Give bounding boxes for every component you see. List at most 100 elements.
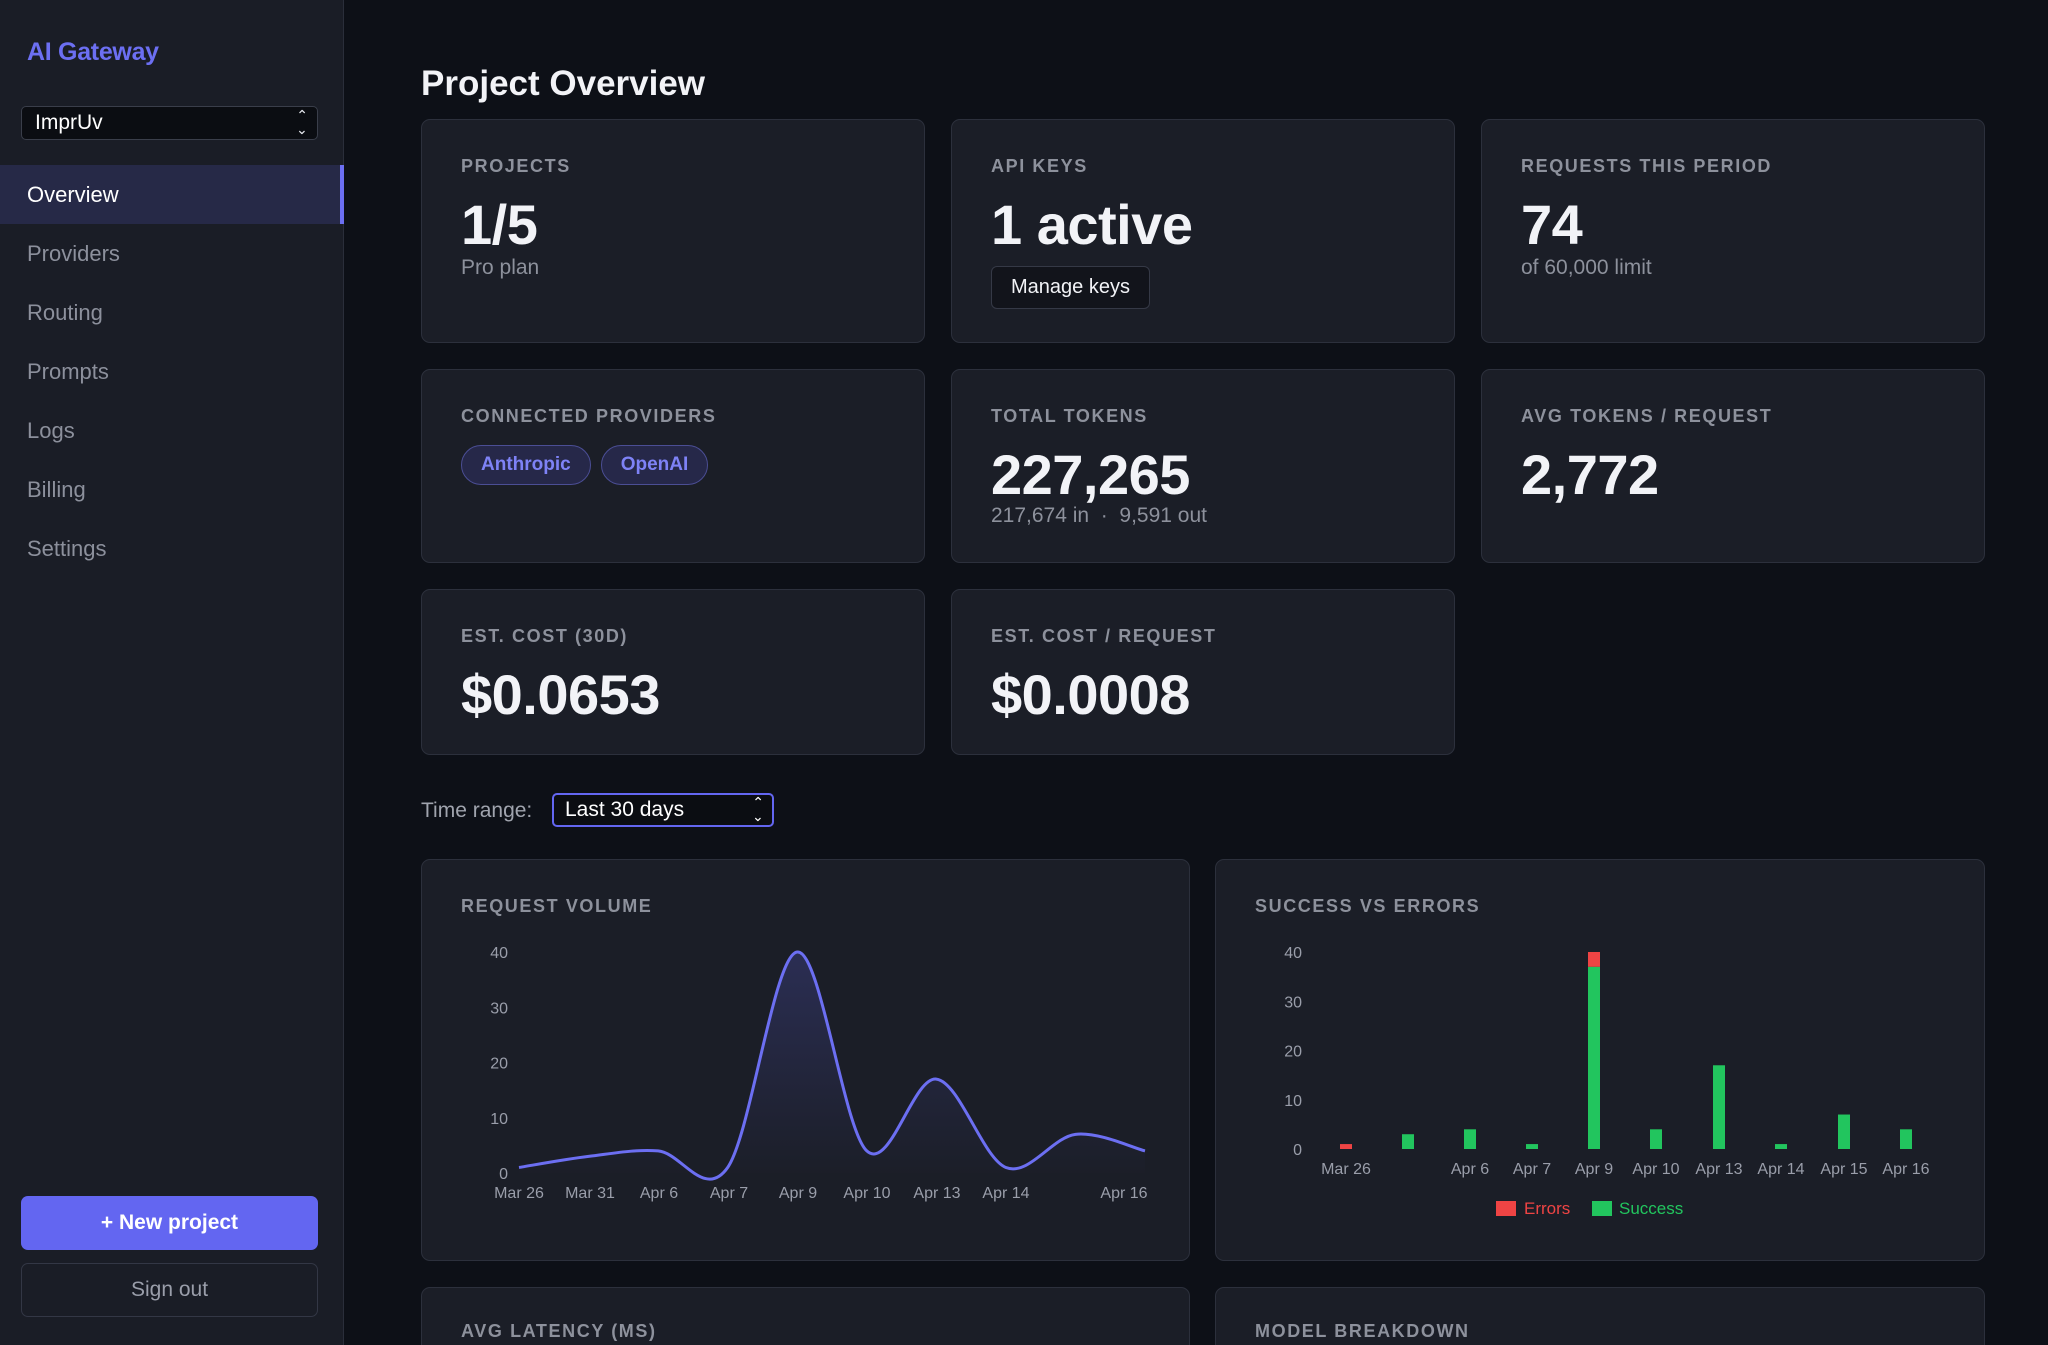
x-tick-label: Apr 9 <box>1575 1161 1613 1178</box>
card-sub: Pro plan <box>461 256 540 279</box>
bar-error <box>1340 1144 1352 1149</box>
legend-success-label: Success <box>1619 1199 1683 1218</box>
projects-card: PROJECTS 1/5 Pro plan <box>421 119 925 343</box>
card-value: $0.0008 <box>991 663 1190 726</box>
bar-success <box>1713 1065 1725 1149</box>
page-title: Project Overview <box>421 64 706 103</box>
card-label: EST. COST (30D) <box>461 626 629 646</box>
card-label: TOTAL TOKENS <box>991 406 1148 426</box>
bar-success <box>1464 1129 1476 1149</box>
x-tick-label: Apr 7 <box>1513 1161 1551 1178</box>
y-tick-label: 20 <box>1284 1044 1302 1061</box>
time-range-select[interactable]: Last 30 days ⌃ ⌃ <box>552 793 774 827</box>
sidebar-item-overview[interactable]: Overview <box>0 165 344 224</box>
series-area <box>519 951 1145 1180</box>
x-tick-label: Mar 26 <box>494 1185 544 1202</box>
y-tick-label: 40 <box>1284 945 1302 962</box>
x-tick-label: Apr 6 <box>640 1185 678 1202</box>
provider-pills: Anthropic OpenAI <box>461 445 718 485</box>
bar-success <box>1900 1129 1912 1149</box>
provider-pill-anthropic[interactable]: Anthropic <box>461 445 591 485</box>
x-tick-label: Apr 10 <box>843 1185 890 1202</box>
legend-errors-label: Errors <box>1524 1199 1570 1218</box>
project-select[interactable]: ImprUv ⌃ ⌃ <box>21 106 318 140</box>
card-value: 227,265 <box>991 443 1190 506</box>
x-tick-label: Apr 16 <box>1100 1185 1147 1202</box>
providers-card: CONNECTED PROVIDERS Anthropic OpenAI <box>421 369 925 563</box>
x-tick-label: Apr 15 <box>1820 1161 1867 1178</box>
bar-success <box>1838 1114 1850 1149</box>
x-tick-label: Mar 26 <box>1321 1161 1371 1178</box>
x-tick-label: Apr 6 <box>1451 1161 1489 1178</box>
bar-success <box>1775 1144 1787 1149</box>
sign-out-button[interactable]: Sign out <box>21 1263 318 1317</box>
x-tick-label: Apr 9 <box>779 1185 817 1202</box>
y-tick-label: 20 <box>490 1056 508 1073</box>
bar-success <box>1650 1129 1662 1149</box>
request-volume-chart: 0 10 20 30 40 Mar 26 Mar 31 Apr 6 Apr 7 Apr 9 Apr … <box>490 945 1147 1202</box>
total-tokens-card: TOTAL TOKENS 227,265 217,674 in · 9,591 … <box>951 369 1455 563</box>
legend-success-swatch <box>1592 1201 1612 1216</box>
x-tick-label: Apr 16 <box>1882 1161 1929 1178</box>
legend-errors-swatch <box>1496 1201 1516 1216</box>
card-label: CONNECTED PROVIDERS <box>461 406 717 426</box>
card-value: 1 active <box>991 193 1193 256</box>
y-tick-label: 30 <box>1284 994 1302 1011</box>
bar-success <box>1588 966 1600 1149</box>
new-project-button[interactable]: + New project <box>21 1196 318 1250</box>
card-value: 1/5 <box>461 193 538 256</box>
sidebar-item-billing[interactable]: Billing <box>0 460 344 519</box>
bar-error <box>1588 952 1600 967</box>
requests-card: REQUESTS THIS PERIOD 74 of 60,000 limit <box>1481 119 1985 343</box>
y-tick-label: 10 <box>1284 1093 1302 1110</box>
x-tick-label: Apr 14 <box>982 1185 1029 1202</box>
card-sub: 217,674 in · 9,591 out <box>991 504 1207 527</box>
success-errors-chart: 0 10 20 30 40 Mar 26 Apr 6 Apr 7 Apr 9 Apr 10 Apr … <box>1284 945 1929 1218</box>
card-label: REQUESTS THIS PERIOD <box>1521 156 1773 176</box>
brand-logo[interactable]: AI Gateway <box>27 38 159 67</box>
x-tick-label: Mar 31 <box>565 1185 615 1202</box>
x-tick-label: Apr 13 <box>913 1185 960 1202</box>
card-label: MODEL BREAKDOWN <box>1255 1321 1470 1341</box>
bar-success <box>1526 1144 1538 1149</box>
card-sub: of 60,000 limit <box>1521 256 1652 279</box>
sidebar-item-settings[interactable]: Settings <box>0 519 344 578</box>
card-value: 74 <box>1521 193 1583 256</box>
api-keys-card: API KEYS 1 active Manage keys <box>951 119 1455 343</box>
x-tick-label: Apr 10 <box>1632 1161 1679 1178</box>
y-tick-label: 30 <box>490 1000 508 1017</box>
x-tick-label: Apr 13 <box>1695 1161 1742 1178</box>
provider-pill-openai[interactable]: OpenAI <box>600 445 709 485</box>
card-label: PROJECTS <box>461 156 571 176</box>
est-cost-card: EST. COST (30D) $0.0653 <box>421 589 925 755</box>
request-volume-card: REQUEST VOLUME 0 10 20 30 40 Mar 26 Mar 31 Apr … <box>421 859 1190 1261</box>
sidebar-item-routing[interactable]: Routing <box>0 283 344 342</box>
bar-success <box>1402 1134 1414 1149</box>
sidebar-item-logs[interactable]: Logs <box>0 401 344 460</box>
sidebar: AI Gateway ImprUv ⌃ ⌃ Overview Providers … <box>0 0 344 1345</box>
sidebar-item-prompts[interactable]: Prompts <box>0 342 344 401</box>
est-cost-request-card: EST. COST / REQUEST $0.0008 <box>951 589 1455 755</box>
card-label: AVG TOKENS / REQUEST <box>1521 406 1773 426</box>
y-tick-label: 40 <box>490 945 508 962</box>
time-range-value: Last 30 days <box>565 798 685 821</box>
select-arrows-icon: ⌃ ⌃ <box>296 107 308 137</box>
y-tick-label: 10 <box>490 1111 508 1128</box>
time-range-label: Time range: <box>421 799 533 822</box>
x-tick-label: Apr 7 <box>710 1185 748 1202</box>
select-arrows-icon: ⌃ ⌃ <box>752 794 764 824</box>
project-select-value: ImprUv <box>35 111 103 134</box>
avg-latency-card: AVG LATENCY (MS) <box>421 1287 1190 1345</box>
sidebar-item-providers[interactable]: Providers <box>0 224 344 283</box>
x-tick-label: Apr 14 <box>1757 1161 1804 1178</box>
y-tick-label: 0 <box>499 1166 508 1183</box>
card-value: $0.0653 <box>461 663 660 726</box>
card-label: API KEYS <box>991 156 1088 176</box>
y-tick-label: 0 <box>1293 1142 1302 1159</box>
sidebar-nav: Overview Providers Routing Prompts Logs … <box>0 165 344 578</box>
manage-keys-button[interactable]: Manage keys <box>991 266 1150 309</box>
card-label: EST. COST / REQUEST <box>991 626 1217 646</box>
model-breakdown-card: MODEL BREAKDOWN <box>1215 1287 1985 1345</box>
avg-tokens-card: AVG TOKENS / REQUEST 2,772 <box>1481 369 1985 563</box>
card-value: 2,772 <box>1521 443 1659 506</box>
